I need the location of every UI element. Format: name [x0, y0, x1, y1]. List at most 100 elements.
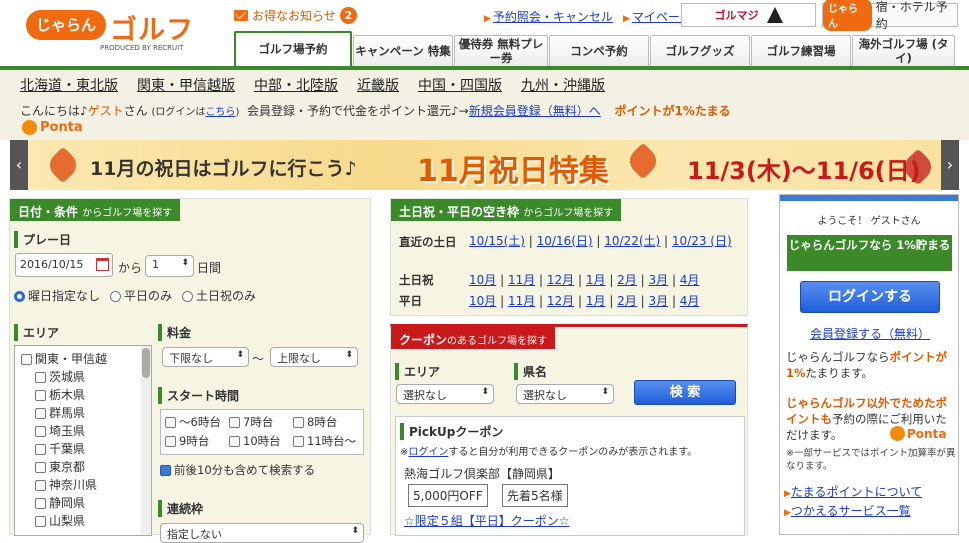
services-link[interactable]: つかえるサービス一覧 — [791, 504, 911, 518]
register-link[interactable]: 会員登録する（無料） — [810, 325, 930, 342]
coupon-more-link[interactable]: ☆限定５組【平日】クーポン☆ — [404, 512, 570, 529]
month-link[interactable]: 12月 — [547, 294, 574, 308]
tab-competition[interactable]: コンペ予約 — [549, 35, 649, 67]
month-link[interactable]: 2月 — [617, 273, 637, 287]
tab-overseas[interactable]: 海外ゴルフ場 (タイ) — [852, 35, 955, 67]
deal-notice[interactable]: お得なお知らせ 2 — [234, 7, 357, 24]
weekday-label: 平日 — [399, 294, 422, 308]
month-link[interactable]: 4月 — [680, 273, 700, 287]
radio-weekend[interactable]: 土日祝のみ — [182, 287, 256, 304]
before-after-checkbox[interactable]: 前後10分も含めて検索する — [160, 462, 315, 478]
date-link[interactable]: 10/15(土) — [469, 234, 525, 248]
jalan-golf-logo[interactable]: じゃらん ゴルフ PRODUCED BY RECRUIT — [26, 10, 216, 52]
region-kanto[interactable]: 関東・甲信越版 — [137, 75, 235, 95]
area-pref-item[interactable]: 茨城県 — [21, 368, 145, 386]
before-after-label: 前後10分も含めて検索する — [174, 463, 316, 477]
checkbox-icon — [35, 462, 46, 473]
golfmagic-banner[interactable]: ゴルマジ — [681, 3, 816, 27]
note-login-link[interactable]: ログイン — [408, 447, 448, 458]
weekend-label: 土日祝 — [399, 273, 434, 287]
coupon-heading: クーポンのあるゴルフ場を探す — [391, 327, 556, 349]
hotel-jalan-logo: じゃらん — [823, 0, 872, 31]
radio-weekday[interactable]: 平日のみ — [110, 287, 172, 304]
points-about-link[interactable]: たまるポイントについて — [791, 485, 922, 499]
area-pref-item[interactable]: 山梨県 — [21, 512, 145, 530]
area-pref-item[interactable]: 栃木県 — [21, 386, 145, 404]
login-here-link[interactable]: こちら — [205, 107, 235, 118]
register-link[interactable]: 新規会員登録（無料）へ — [469, 104, 601, 118]
tab-driving-range[interactable]: ゴルフ練習場 — [751, 35, 851, 67]
days-select[interactable]: 1 — [145, 255, 194, 277]
banner-next-arrow-icon[interactable]: › — [941, 140, 959, 190]
month-link[interactable]: 10月 — [469, 294, 496, 308]
sidebar-links: ▶たまるポイントについて ▶つかえるサービス一覧 — [784, 484, 922, 522]
region-kinki[interactable]: 近畿版 — [357, 75, 399, 95]
area-pref-item[interactable]: 群馬県 — [21, 404, 145, 422]
checkbox-icon — [21, 354, 32, 365]
time-checkbox[interactable]: ～6時台 — [165, 414, 229, 430]
hotel-booking-button[interactable]: じゃらん 宿・ホテル予約 — [822, 0, 958, 31]
ponta-text: Ponta — [40, 120, 83, 135]
area-group-item[interactable]: 関東・甲信越 — [21, 350, 145, 368]
login-button[interactable]: ログインする — [800, 281, 940, 313]
fee-max-select[interactable]: 上限なし — [270, 347, 358, 367]
tab-golf-goods[interactable]: ゴルフグッズ — [650, 35, 750, 67]
radio-any-day[interactable]: 曜日指定なし — [14, 287, 100, 304]
month-link[interactable]: 1月 — [586, 294, 606, 308]
arrow-icon: ▶ — [484, 14, 491, 24]
time-checkbox[interactable]: 11時台～ — [293, 433, 365, 449]
checkbox-icon — [35, 426, 46, 437]
promo-banner[interactable]: 11月の祝日はゴルフに行こう♪ 11月祝日特集 11/3(木)～11/6(日) … — [10, 140, 959, 190]
coupon-pref-select[interactable]: 選択なし — [516, 384, 614, 404]
month-link[interactable]: 2月 — [617, 294, 637, 308]
region-kyushu[interactable]: 九州・沖縄版 — [521, 75, 605, 95]
coupon-panel: クーポンのあるゴルフ場を探す エリア 県名 選択なし 選択なし 検 索 Pick… — [390, 324, 748, 536]
month-link[interactable]: 3月 — [648, 273, 668, 287]
month-link[interactable]: 10月 — [469, 273, 496, 287]
time-checkbox[interactable]: 10時台 — [229, 433, 293, 449]
month-link[interactable]: 11月 — [508, 294, 535, 308]
region-chugoku[interactable]: 中国・四国版 — [418, 75, 502, 95]
month-link[interactable]: 12月 — [547, 273, 574, 287]
time-checkbox[interactable]: 9時台 — [165, 433, 229, 449]
area-list[interactable]: 関東・甲信越茨城県栃木県群馬県 埼玉県 千葉県 東京都神奈川県静岡県 山梨県 — [14, 345, 152, 536]
tab-campaign[interactable]: キャンペーン 特集 — [353, 35, 453, 67]
sidebar-ponta-logo: Ponta — [890, 426, 946, 441]
coupon-search-button[interactable]: 検 索 — [634, 380, 736, 405]
date-link[interactable]: 10/16(日) — [537, 234, 593, 248]
time-checkbox[interactable]: 8時台 — [293, 414, 365, 430]
area-pref-item[interactable]: 静岡県 — [21, 494, 145, 512]
date-link[interactable]: 10/22(土) — [604, 234, 660, 248]
recent-dates: 10/15(土) | 10/16(日) | 10/22(土) | 10/23 (… — [469, 234, 732, 248]
region-hokkaido[interactable]: 北海道・東北版 — [20, 75, 118, 95]
scrollbar[interactable] — [141, 346, 151, 535]
date-input[interactable]: 2016/10/15 — [15, 253, 113, 277]
coupon-pref-label: 県名 — [514, 363, 547, 380]
checkbox-icon — [35, 372, 46, 383]
date-link[interactable]: 10/23 (日) — [672, 234, 732, 248]
month-link[interactable]: 11月 — [508, 273, 535, 287]
tab-golf-course[interactable]: ゴルフ場予約 — [234, 31, 352, 67]
fee-min-select[interactable]: 下限なし — [162, 347, 249, 367]
checkbox-icon — [35, 444, 46, 455]
renzoku-select[interactable]: 指定しない — [160, 523, 364, 543]
area-label-text: 栃木県 — [49, 388, 86, 402]
area-label-text: 神奈川県 — [49, 478, 98, 492]
coupon-area-select[interactable]: 選択なし — [396, 384, 494, 404]
banner-prev-arrow-icon[interactable]: ‹ — [10, 140, 28, 190]
month-link[interactable]: 3月 — [648, 294, 668, 308]
area-pref-item[interactable]: 埼玉県 — [21, 422, 145, 440]
region-chubu[interactable]: 中部・北陸版 — [254, 75, 338, 95]
days-unit: 日間 — [197, 261, 222, 275]
area-label-text: 関東・甲信越 — [35, 352, 108, 366]
hotel-label: 宿・ホテル予約 — [875, 0, 948, 31]
area-pref-item[interactable]: 神奈川県 — [21, 476, 145, 494]
tab-coupon-ticket[interactable]: 優待券 無料プレー券 — [454, 35, 548, 67]
month-link[interactable]: 4月 — [680, 294, 700, 308]
area-pref-item[interactable]: 東京都 — [21, 458, 145, 476]
calendar-icon[interactable] — [96, 258, 109, 271]
month-link[interactable]: 1月 — [586, 273, 606, 287]
area-pref-item[interactable]: 千葉県 — [21, 440, 145, 458]
time-checkbox[interactable]: 7時台 — [229, 414, 293, 430]
reservation-link[interactable]: 予約照会・キャンセル — [493, 10, 613, 24]
